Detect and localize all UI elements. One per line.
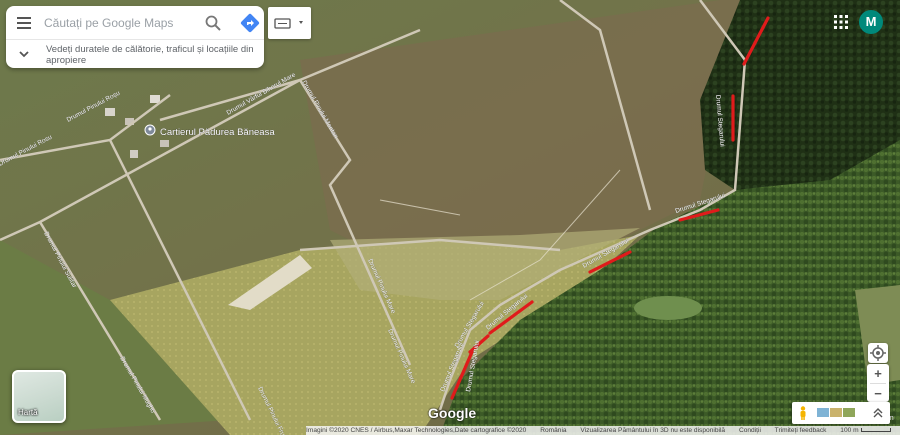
building: [130, 150, 138, 158]
search-row: [6, 6, 264, 40]
imagery-thumbnails[interactable]: [817, 408, 856, 426]
search-input[interactable]: [44, 14, 194, 32]
apps-grid-icon[interactable]: [832, 13, 850, 31]
keyboard-icon[interactable]: [268, 7, 311, 39]
attribution-3d: Vizualizarea Pământului în 3D nu este di…: [580, 427, 726, 434]
menu-icon[interactable]: [16, 15, 32, 31]
bottom-tools: [792, 402, 890, 424]
chevron-down-icon[interactable]: [16, 46, 32, 62]
search-panel: Vedeți duratele de călătorie, traficul ș…: [6, 6, 264, 68]
building: [105, 108, 115, 116]
attribution-country[interactable]: România: [540, 427, 566, 434]
crosshair-icon[interactable]: [868, 343, 888, 363]
account-avatar[interactable]: M: [859, 10, 883, 34]
scale-label[interactable]: 100 m: [840, 427, 891, 434]
my-location-button[interactable]: [868, 343, 888, 363]
feedback-link[interactable]: Trimiteți feedback: [775, 427, 827, 434]
attribution-bar: Imagini ©2020 CNES / Airbus,Maxar Techno…: [306, 426, 900, 435]
zoom-control: + −: [867, 364, 889, 402]
place-pin[interactable]: Cartierul Pădurea Băneasa: [144, 124, 276, 138]
promo-text: Vedeți duratele de călătorie, traficul ș…: [46, 44, 254, 66]
terms-link[interactable]: Condiții: [739, 427, 761, 434]
scale-bar: [860, 428, 891, 433]
layer-toggle-button[interactable]: Hartă: [12, 370, 66, 423]
google-logo: Google: [428, 405, 477, 421]
pegman-icon[interactable]: [798, 406, 808, 420]
attribution-imagery: Imagini ©2020 CNES / Airbus,Maxar Techno…: [306, 427, 527, 434]
input-tools-button[interactable]: [268, 7, 311, 39]
directions-icon[interactable]: [240, 13, 260, 33]
zoom-in-button[interactable]: +: [867, 364, 889, 383]
forest-clearing: [634, 296, 702, 320]
building: [150, 95, 160, 103]
chevron-up-icon[interactable]: [872, 406, 884, 420]
place-label[interactable]: Cartierul Pădurea Băneasa: [160, 127, 276, 138]
search-icon[interactable]: [204, 14, 222, 32]
building: [160, 140, 169, 147]
layer-toggle-label: Hartă: [18, 408, 38, 417]
promo-panel[interactable]: Vedeți duratele de călătorie, traficul ș…: [6, 40, 264, 68]
zoom-out-button[interactable]: −: [867, 384, 889, 403]
